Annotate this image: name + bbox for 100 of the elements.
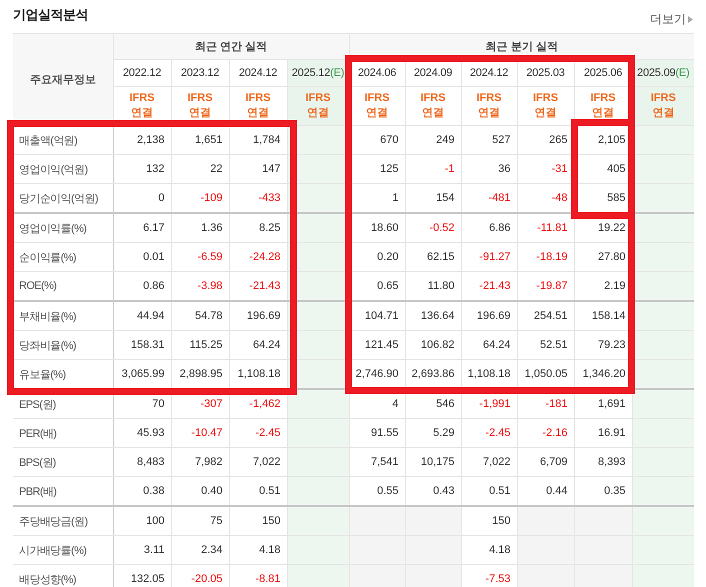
table-cell: 5.29 bbox=[405, 418, 461, 448]
table-cell: 10,175 bbox=[405, 448, 461, 476]
table-cell: 4.18 bbox=[229, 536, 287, 564]
table-cell: 1.36 bbox=[171, 213, 229, 242]
table-cell: 154 bbox=[405, 184, 461, 213]
row-header: ROE(%) bbox=[13, 272, 113, 301]
table-cell: -2.45 bbox=[461, 418, 517, 448]
table-cell: 2,138 bbox=[113, 126, 171, 154]
table-cell: 0.20 bbox=[349, 242, 405, 272]
table-cell: 106.82 bbox=[405, 330, 461, 360]
table-cell: 52.51 bbox=[517, 330, 574, 360]
basis-label: IFRS 연결 bbox=[419, 91, 447, 121]
row-header: BPS(원) bbox=[13, 448, 113, 476]
table-cell: 7,022 bbox=[229, 448, 287, 476]
more-link[interactable]: 더보기 bbox=[650, 11, 693, 28]
table-cell: 0.51 bbox=[461, 476, 517, 506]
table-cell: 18.60 bbox=[349, 213, 405, 242]
row-header: 시가배당률(%) bbox=[13, 536, 113, 564]
group-header: 최근 연간 실적 bbox=[113, 34, 349, 60]
table-cell: -2.16 bbox=[517, 418, 574, 448]
table-cell: 36 bbox=[461, 154, 517, 184]
table-cell: 196.69 bbox=[461, 301, 517, 330]
section-title: 기업실적분석 bbox=[13, 6, 88, 24]
table-cell: 249 bbox=[405, 126, 461, 154]
table-cell: 196.69 bbox=[229, 301, 287, 330]
row-header: PER(배) bbox=[13, 418, 113, 448]
row-header: 당기순이익(억원) bbox=[13, 184, 113, 213]
table-cell: 91.55 bbox=[349, 418, 405, 448]
row-header: 영업이익률(%) bbox=[13, 213, 113, 242]
table-cell: 16.91 bbox=[574, 418, 632, 448]
table-cell: 0.44 bbox=[517, 476, 574, 506]
table-cell: 2,898.95 bbox=[171, 360, 229, 389]
table-cell: -20.05 bbox=[171, 564, 229, 587]
table-cell: 1,651 bbox=[171, 126, 229, 154]
table-cell: 7,541 bbox=[349, 448, 405, 476]
row-header: 주당배당금(원) bbox=[13, 506, 113, 536]
table-cell: -2.45 bbox=[229, 418, 287, 448]
row-header: PBR(배) bbox=[13, 476, 113, 506]
column-header: 2025.09(E) bbox=[632, 60, 694, 86]
basis-label: IFRS 연결 bbox=[363, 91, 391, 121]
table-cell: 0.86 bbox=[113, 272, 171, 301]
table-cell: -24.28 bbox=[229, 242, 287, 272]
table-cell: 64.24 bbox=[229, 330, 287, 360]
table-cell: 4.18 bbox=[461, 536, 517, 564]
basis-label: IFRS 연결 bbox=[650, 91, 677, 121]
column-header: 2022.12 bbox=[113, 60, 171, 86]
table-cell: 115.25 bbox=[171, 330, 229, 360]
table-cell: -0.52 bbox=[405, 213, 461, 242]
table-cell: -19.87 bbox=[517, 272, 574, 301]
table-cell: 1,108.18 bbox=[229, 360, 287, 389]
table-cell: -8.81 bbox=[229, 564, 287, 587]
table-cell: 8.25 bbox=[229, 213, 287, 242]
table-cell: 136.64 bbox=[405, 301, 461, 330]
basis-label: IFRS 연결 bbox=[128, 91, 156, 121]
table-cell: 0.35 bbox=[574, 476, 632, 506]
table-cell: 100 bbox=[113, 506, 171, 536]
table-cell: 64.24 bbox=[461, 330, 517, 360]
table-cell: 62.15 bbox=[405, 242, 461, 272]
table-cell: -21.43 bbox=[229, 272, 287, 301]
table-cell: -3.98 bbox=[171, 272, 229, 301]
table-cell: 527 bbox=[461, 126, 517, 154]
table-cell: 132.05 bbox=[113, 564, 171, 587]
table-cell: -109 bbox=[171, 184, 229, 213]
table-cell: -481 bbox=[461, 184, 517, 213]
table-cell: 1 bbox=[349, 184, 405, 213]
table-cell: -31 bbox=[517, 154, 574, 184]
row-header: 순이익률(%) bbox=[13, 242, 113, 272]
basis-label: IFRS 연결 bbox=[244, 91, 272, 121]
table-cell: 45.93 bbox=[113, 418, 171, 448]
table-cell: -1 bbox=[405, 154, 461, 184]
table-cell: 0.55 bbox=[349, 476, 405, 506]
table-cell: -7.53 bbox=[461, 564, 517, 587]
basis-label: IFRS 연결 bbox=[475, 91, 503, 121]
table-cell: 3.11 bbox=[113, 536, 171, 564]
table-cell: 158.31 bbox=[113, 330, 171, 360]
column-header: 2024.12 bbox=[229, 60, 287, 86]
table-cell: 132 bbox=[113, 154, 171, 184]
table-cell: -11.81 bbox=[517, 213, 574, 242]
row-header: 매출액(억원) bbox=[13, 126, 113, 154]
table-cell: 0.01 bbox=[113, 242, 171, 272]
table-cell: 254.51 bbox=[517, 301, 574, 330]
table-cell: 8,483 bbox=[113, 448, 171, 476]
table-cell: -433 bbox=[229, 184, 287, 213]
basis-label: IFRS 연결 bbox=[304, 91, 332, 121]
table-cell: 150 bbox=[229, 506, 287, 536]
row-header: 당좌비율(%) bbox=[13, 330, 113, 360]
row-header: 영업이익(억원) bbox=[13, 154, 113, 184]
table-cell: -10.47 bbox=[171, 418, 229, 448]
table-cell: -91.27 bbox=[461, 242, 517, 272]
table-cell: 265 bbox=[517, 126, 574, 154]
table-cell: 0.40 bbox=[171, 476, 229, 506]
table-cell: 0.38 bbox=[113, 476, 171, 506]
table-cell: 147 bbox=[229, 154, 287, 184]
table-cell: 121.45 bbox=[349, 330, 405, 360]
table-cell: 125 bbox=[349, 154, 405, 184]
table-cell: -6.59 bbox=[171, 242, 229, 272]
table-cell: 6.86 bbox=[461, 213, 517, 242]
table-cell: 670 bbox=[349, 126, 405, 154]
table-cell: -21.43 bbox=[461, 272, 517, 301]
row-header: 유보율(%) bbox=[13, 360, 113, 389]
